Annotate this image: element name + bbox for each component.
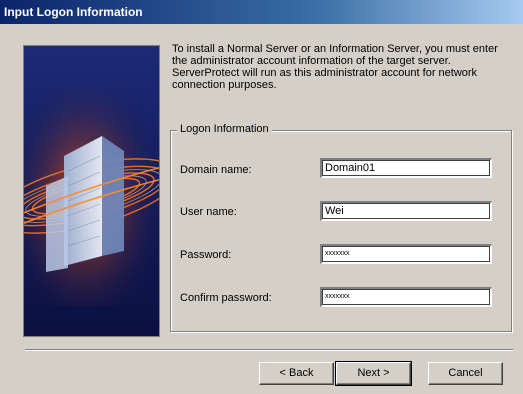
intro-text: To install a Normal Server or an Informa… (172, 43, 498, 91)
back-button[interactable]: < Back (259, 362, 334, 385)
next-button[interactable]: Next > (335, 361, 412, 386)
domain-name-field[interactable]: Domain01 (320, 158, 492, 178)
user-name-label: User name: (180, 206, 237, 218)
setup-banner-image (23, 45, 160, 337)
window-title: Input Logon Information (4, 5, 143, 19)
confirm-password-label: Confirm password: (180, 292, 272, 304)
password-field[interactable]: xxxxxxx (320, 244, 492, 264)
server-building-graphic (24, 46, 159, 336)
title-bar: Input Logon Information (0, 0, 523, 24)
password-label: Password: (180, 249, 232, 261)
group-legend: Logon Information (177, 123, 272, 135)
confirm-password-field[interactable]: xxxxxxx (320, 287, 492, 307)
cancel-button[interactable]: Cancel (428, 362, 503, 385)
user-name-field[interactable]: Wei (320, 201, 492, 221)
footer-separator (25, 349, 513, 351)
domain-name-label: Domain name: (180, 164, 252, 176)
